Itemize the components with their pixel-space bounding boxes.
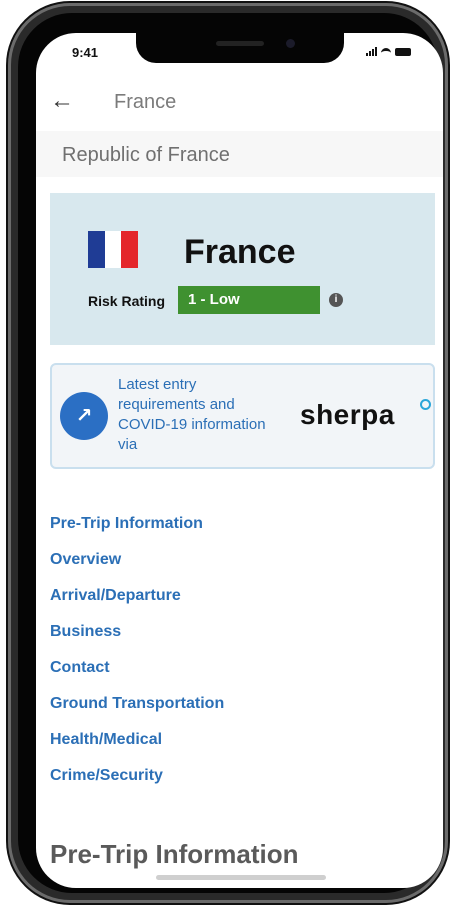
country-summary-card: France Risk Rating 1 - Low i bbox=[50, 193, 435, 345]
nav-link-arrival-departure[interactable]: Arrival/Departure bbox=[50, 585, 224, 621]
signal-icon bbox=[366, 47, 377, 56]
status-time: 9:41 bbox=[72, 45, 99, 60]
country-name: France bbox=[184, 233, 296, 271]
nav-link-business[interactable]: Business bbox=[50, 621, 224, 657]
section-nav-list: Pre-Trip Information Overview Arrival/De… bbox=[50, 513, 224, 801]
battery-icon bbox=[395, 48, 411, 56]
sherpa-description: Latest entry requirements and COVID-19 i… bbox=[118, 376, 266, 453]
phone-frame: 9:41 ← France Republic of France France … bbox=[8, 3, 448, 903]
nav-link-crime-security[interactable]: Crime/Security bbox=[50, 765, 224, 801]
france-flag-icon bbox=[88, 231, 139, 268]
sherpa-logo-dot-icon bbox=[420, 399, 431, 410]
app-header: ← France bbox=[36, 79, 443, 131]
nav-link-ground-transportation[interactable]: Ground Transportation bbox=[50, 693, 224, 729]
section-heading: Pre-Trip Information bbox=[50, 839, 299, 869]
camera-icon bbox=[286, 39, 295, 48]
arrow-left-icon[interactable]: ← bbox=[50, 89, 74, 113]
page-title: France bbox=[114, 91, 177, 113]
nav-link-health-medical[interactable]: Health/Medical bbox=[50, 729, 224, 765]
speaker-grille bbox=[216, 41, 264, 46]
risk-rating-badge: 1 - Low bbox=[178, 286, 320, 314]
wifi-icon bbox=[381, 48, 391, 56]
external-link-icon: ↗ bbox=[60, 392, 108, 440]
phone-screen: 9:41 ← France Republic of France France … bbox=[36, 33, 443, 888]
nav-link-overview[interactable]: Overview bbox=[50, 549, 224, 585]
official-country-name: Republic of France bbox=[62, 144, 230, 166]
sherpa-entry-requirements-link[interactable]: ↗ Latest entry requirements and COVID-19… bbox=[50, 363, 435, 469]
info-icon[interactable]: i bbox=[329, 293, 343, 307]
notch bbox=[136, 33, 344, 63]
home-indicator[interactable] bbox=[156, 875, 326, 880]
sherpa-logo: sherpa bbox=[300, 399, 395, 430]
risk-rating-label: Risk Rating bbox=[88, 293, 166, 309]
subheader: Republic of France bbox=[36, 131, 443, 177]
nav-link-pre-trip-information[interactable]: Pre-Trip Information bbox=[50, 513, 224, 549]
status-icons bbox=[366, 47, 411, 56]
nav-link-contact[interactable]: Contact bbox=[50, 657, 224, 693]
